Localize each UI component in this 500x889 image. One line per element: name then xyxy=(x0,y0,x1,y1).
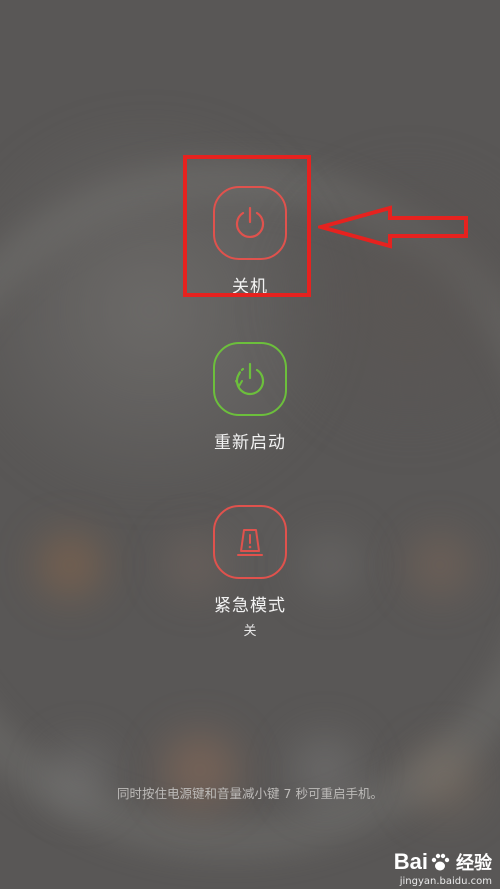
restart-action[interactable]: 重新启动 xyxy=(170,342,330,453)
emergency-mode-status: 关 xyxy=(243,624,257,639)
emergency-mode-button[interactable] xyxy=(213,505,287,579)
restart-button[interactable] xyxy=(213,342,287,416)
warning-light-icon xyxy=(237,529,263,556)
emergency-mode-action[interactable]: 紧急模式 关 xyxy=(170,505,330,639)
restart-label: 重新启动 xyxy=(214,433,286,453)
paw-icon xyxy=(431,853,450,871)
watermark-url: jingyan.baidu.com xyxy=(399,876,492,887)
pointer-arrow-icon xyxy=(318,205,468,249)
restart-hint-text: 同时按住电源键和音量减小键 7 秒可重启手机。 xyxy=(117,786,383,801)
baidu-jingyan-watermark: Bai 经验 xyxy=(394,849,492,875)
restart-icon xyxy=(235,362,265,395)
watermark-brand-right: 经验 xyxy=(456,853,492,874)
watermark-brand-left: Bai xyxy=(393,849,428,874)
highlight-box xyxy=(183,155,311,297)
baidu-logo: Bai xyxy=(394,849,452,875)
emergency-mode-label: 紧急模式 xyxy=(214,596,286,616)
